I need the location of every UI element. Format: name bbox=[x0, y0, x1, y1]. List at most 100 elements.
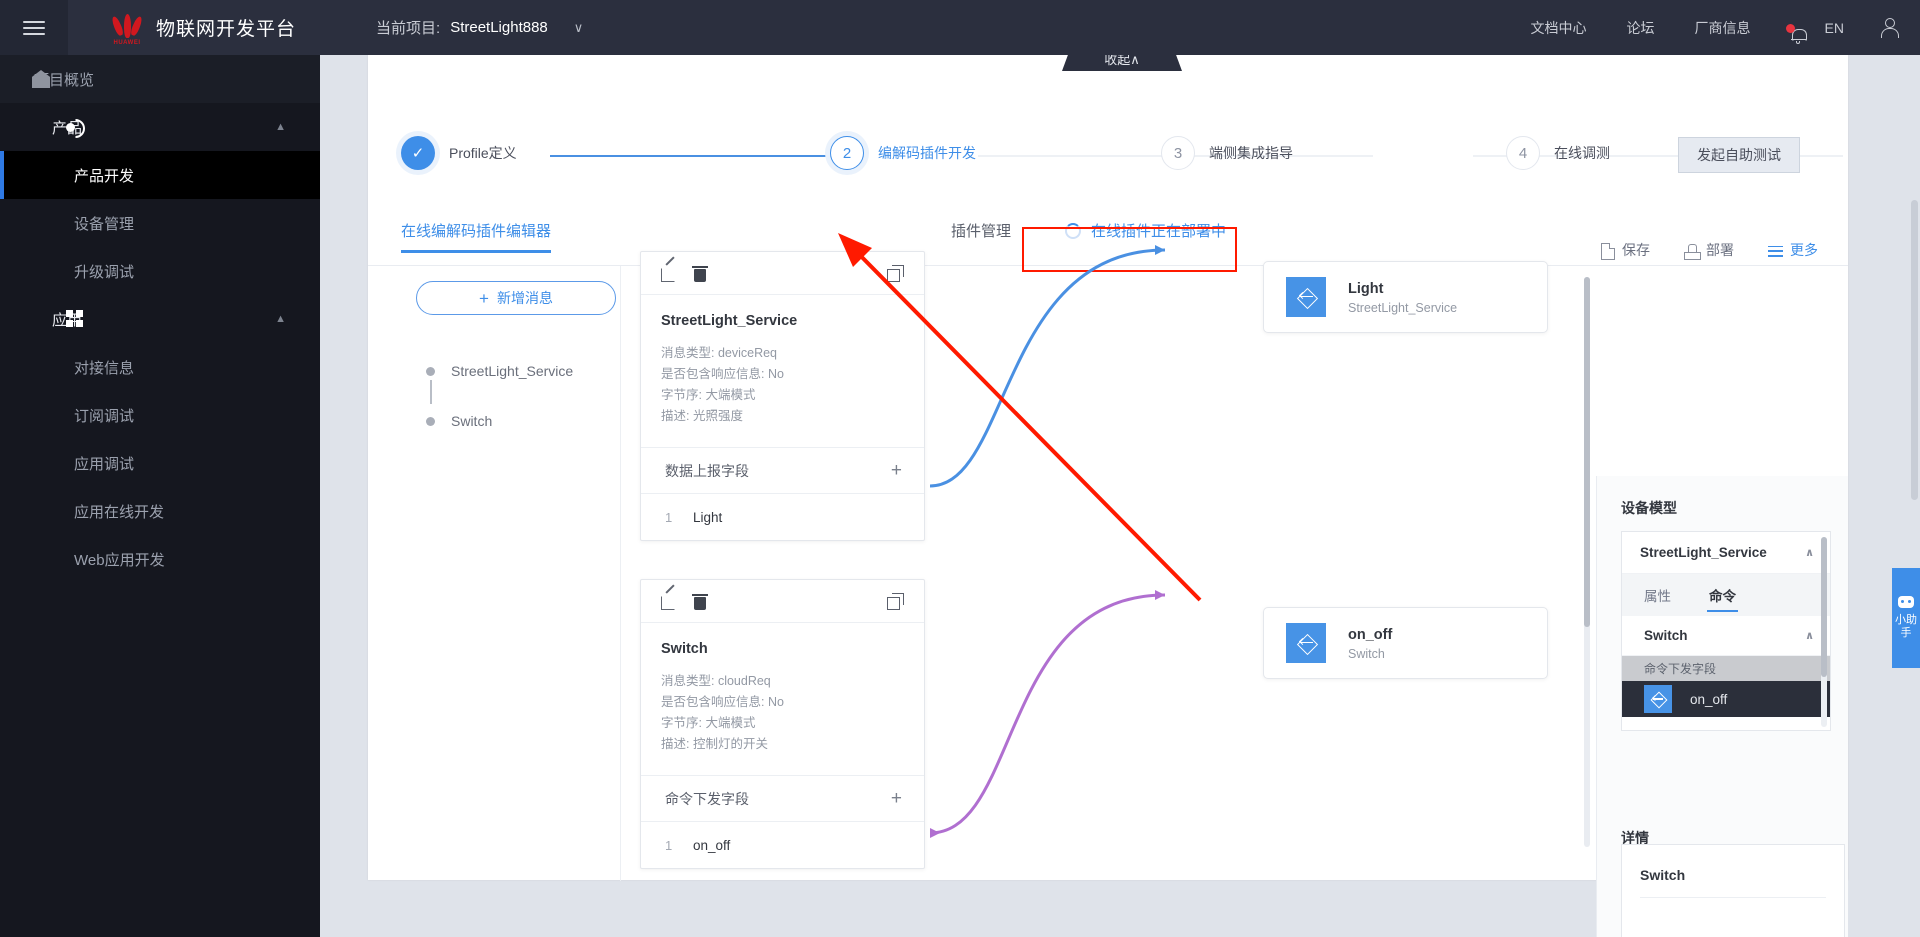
field-row[interactable]: 1 Light bbox=[641, 494, 924, 540]
mapping-icon bbox=[1286, 277, 1326, 317]
sidebar-item-label: 升级调试 bbox=[74, 263, 135, 281]
sidebar-item-subscription-debug[interactable]: 订阅调试 bbox=[0, 391, 320, 439]
project-selector[interactable]: 当前项目: StreetLight888 ∨ bbox=[376, 17, 583, 38]
huawei-logo-icon: HUAWEI bbox=[110, 11, 144, 46]
model-command-header[interactable]: Switch ∧ bbox=[1622, 616, 1830, 656]
message-type-row: 消息类型: cloudReq bbox=[661, 674, 771, 688]
field-index: 1 bbox=[665, 837, 673, 853]
canvas-scrollbar[interactable] bbox=[1584, 277, 1590, 847]
sidebar-item-app-debug[interactable]: 应用调试 bbox=[0, 439, 320, 487]
sidebar-item-device-management[interactable]: 设备管理 bbox=[0, 199, 320, 247]
step-2-label: 编解码插件开发 bbox=[878, 145, 976, 161]
step-3-label: 端侧集成指导 bbox=[1209, 145, 1293, 161]
save-button[interactable]: 保存 bbox=[1600, 240, 1650, 260]
edit-icon[interactable] bbox=[661, 593, 678, 610]
step-4-online-debugging[interactable]: 4 在线调测 bbox=[1506, 136, 1610, 170]
more-button[interactable]: 更多 bbox=[1768, 240, 1818, 260]
language-switch[interactable]: EN bbox=[1825, 20, 1844, 36]
property-box-on-off[interactable]: on_off Switch bbox=[1263, 607, 1548, 679]
sidebar-item-label: 应用在线开发 bbox=[74, 503, 165, 521]
edit-icon[interactable] bbox=[661, 265, 678, 282]
property-box-light[interactable]: Light StreetLight_Service bbox=[1263, 261, 1548, 333]
list-item[interactable]: Switch bbox=[426, 408, 573, 434]
delete-icon[interactable] bbox=[692, 265, 709, 282]
model-leaf-on-off[interactable]: on_off bbox=[1622, 681, 1830, 717]
copy-icon[interactable] bbox=[887, 593, 904, 610]
copy-icon[interactable] bbox=[887, 265, 904, 282]
top-header: HUAWEI 物联网开发平台 当前项目: StreetLight888 ∨ 文档… bbox=[0, 0, 1920, 55]
sidebar-item-product-development[interactable]: 产品开发 bbox=[0, 151, 320, 199]
step-1-label: Profile定义 bbox=[449, 145, 517, 161]
sidebar-item-project-overview[interactable]: 项目概览 bbox=[0, 55, 320, 103]
list-item[interactable]: StreetLight_Service bbox=[426, 358, 574, 404]
message-list-pane: + 新增消息 StreetLight_Service Switch bbox=[368, 266, 621, 881]
sidebar-item-integration-info[interactable]: 对接信息 bbox=[0, 343, 320, 391]
hamburger-menu-button[interactable] bbox=[0, 0, 68, 55]
sidebar-item-label: 订阅调试 bbox=[74, 407, 135, 425]
tab-plugin-management[interactable]: 插件管理 bbox=[951, 220, 1011, 241]
save-icon bbox=[1600, 242, 1615, 260]
chevron-up-icon: ▲ bbox=[275, 313, 286, 325]
nav-doc-center[interactable]: 文档中心 bbox=[1531, 18, 1587, 38]
sidebar-group-application[interactable]: 应用 ▲ bbox=[0, 295, 320, 343]
step-connector-1 bbox=[550, 155, 856, 157]
deploy-label: 部署 bbox=[1706, 242, 1734, 258]
product-icon bbox=[66, 118, 84, 136]
field-name: Light bbox=[693, 509, 723, 525]
response-info-row: 是否包含响应信息: No bbox=[661, 367, 784, 381]
tab-properties[interactable]: 属性 bbox=[1644, 574, 1671, 616]
plus-icon: + bbox=[479, 288, 489, 308]
node-dot-icon bbox=[426, 416, 435, 426]
byte-order-row: 字节序: 大端模式 bbox=[661, 388, 756, 402]
add-field-icon[interactable]: + bbox=[891, 461, 902, 480]
step-4-label: 在线调测 bbox=[1554, 145, 1610, 161]
nav-forum[interactable]: 论坛 bbox=[1627, 18, 1655, 38]
delete-icon[interactable] bbox=[692, 593, 709, 610]
field-row[interactable]: 1 on_off bbox=[641, 822, 924, 868]
editor-action-bar: 保存 部署 更多 bbox=[1566, 240, 1818, 260]
step-3-device-integration-guide[interactable]: 3 端侧集成指导 bbox=[1161, 136, 1293, 170]
field-name: on_off bbox=[693, 837, 731, 853]
property-box-text: Light StreetLight_Service bbox=[1348, 280, 1457, 315]
sidebar-item-label: 产品开发 bbox=[74, 167, 135, 185]
property-subtitle: Switch bbox=[1348, 646, 1385, 661]
model-tree-scrollbar[interactable] bbox=[1821, 537, 1827, 727]
message-name: StreetLight_Service bbox=[451, 363, 574, 379]
device-model-tree: StreetLight_Service ∧ 属性 命令 Switch ∧ 命令下… bbox=[1621, 531, 1831, 731]
step-1-profile-definition[interactable]: ✓ Profile定义 bbox=[401, 136, 517, 170]
nav-vendor-info[interactable]: 厂商信息 bbox=[1695, 18, 1751, 38]
sidebar-item-app-online-dev[interactable]: 应用在线开发 bbox=[0, 487, 320, 535]
add-message-button[interactable]: + 新增消息 bbox=[416, 281, 616, 315]
page-scrollbar[interactable] bbox=[1911, 200, 1918, 500]
response-info-row: 是否包含响应信息: No bbox=[661, 695, 784, 709]
assistant-label: 小助手 bbox=[1895, 614, 1917, 639]
sidebar-item-label: 对接信息 bbox=[74, 359, 135, 377]
assistant-widget-button[interactable]: 小助手 bbox=[1892, 568, 1920, 668]
start-self-test-button[interactable]: 发起自助测试 bbox=[1678, 137, 1800, 173]
property-subtitle: StreetLight_Service bbox=[1348, 300, 1458, 315]
field-section-label: 命令下发字段 bbox=[665, 790, 749, 807]
model-command-name: Switch bbox=[1644, 628, 1688, 643]
add-field-icon[interactable]: + bbox=[891, 789, 902, 808]
platform-title: 物联网开发平台 bbox=[156, 19, 297, 40]
message-card-streetlight-service: StreetLight_Service 消息类型: deviceReq 是否包含… bbox=[640, 251, 925, 541]
project-name: StreetLight888 bbox=[450, 19, 548, 36]
sidebar-item-web-app-dev[interactable]: Web应用开发 bbox=[0, 535, 320, 583]
add-message-label: 新增消息 bbox=[496, 290, 553, 306]
deploy-button[interactable]: 部署 bbox=[1684, 240, 1734, 260]
header-right-group: 文档中心 论坛 厂商信息 EN bbox=[1531, 0, 1899, 55]
details-item-name: Switch bbox=[1640, 867, 1686, 883]
node-dot-icon bbox=[426, 366, 435, 376]
model-group-label: 命令下发字段 bbox=[1622, 656, 1830, 681]
tab-online-codec-editor[interactable]: 在线编解码插件编辑器 bbox=[401, 220, 552, 253]
step-2-codec-plugin-development[interactable]: 2 编解码插件开发 bbox=[830, 136, 976, 170]
tab-commands[interactable]: 命令 bbox=[1707, 574, 1738, 616]
notification-badge-dot bbox=[1785, 23, 1795, 33]
user-avatar-icon[interactable] bbox=[1880, 18, 1899, 38]
sidebar-item-upgrade-debug[interactable]: 升级调试 bbox=[0, 247, 320, 295]
chevron-up-icon: ∧ bbox=[1805, 630, 1814, 642]
message-tree: StreetLight_Service Switch bbox=[426, 358, 573, 458]
model-service-header[interactable]: StreetLight_Service ∧ bbox=[1622, 532, 1830, 574]
sidebar-group-product[interactable]: 产品 ▲ bbox=[0, 103, 320, 151]
message-card-body: Switch 消息类型: cloudReq 是否包含响应信息: No 字节序: … bbox=[641, 623, 924, 776]
